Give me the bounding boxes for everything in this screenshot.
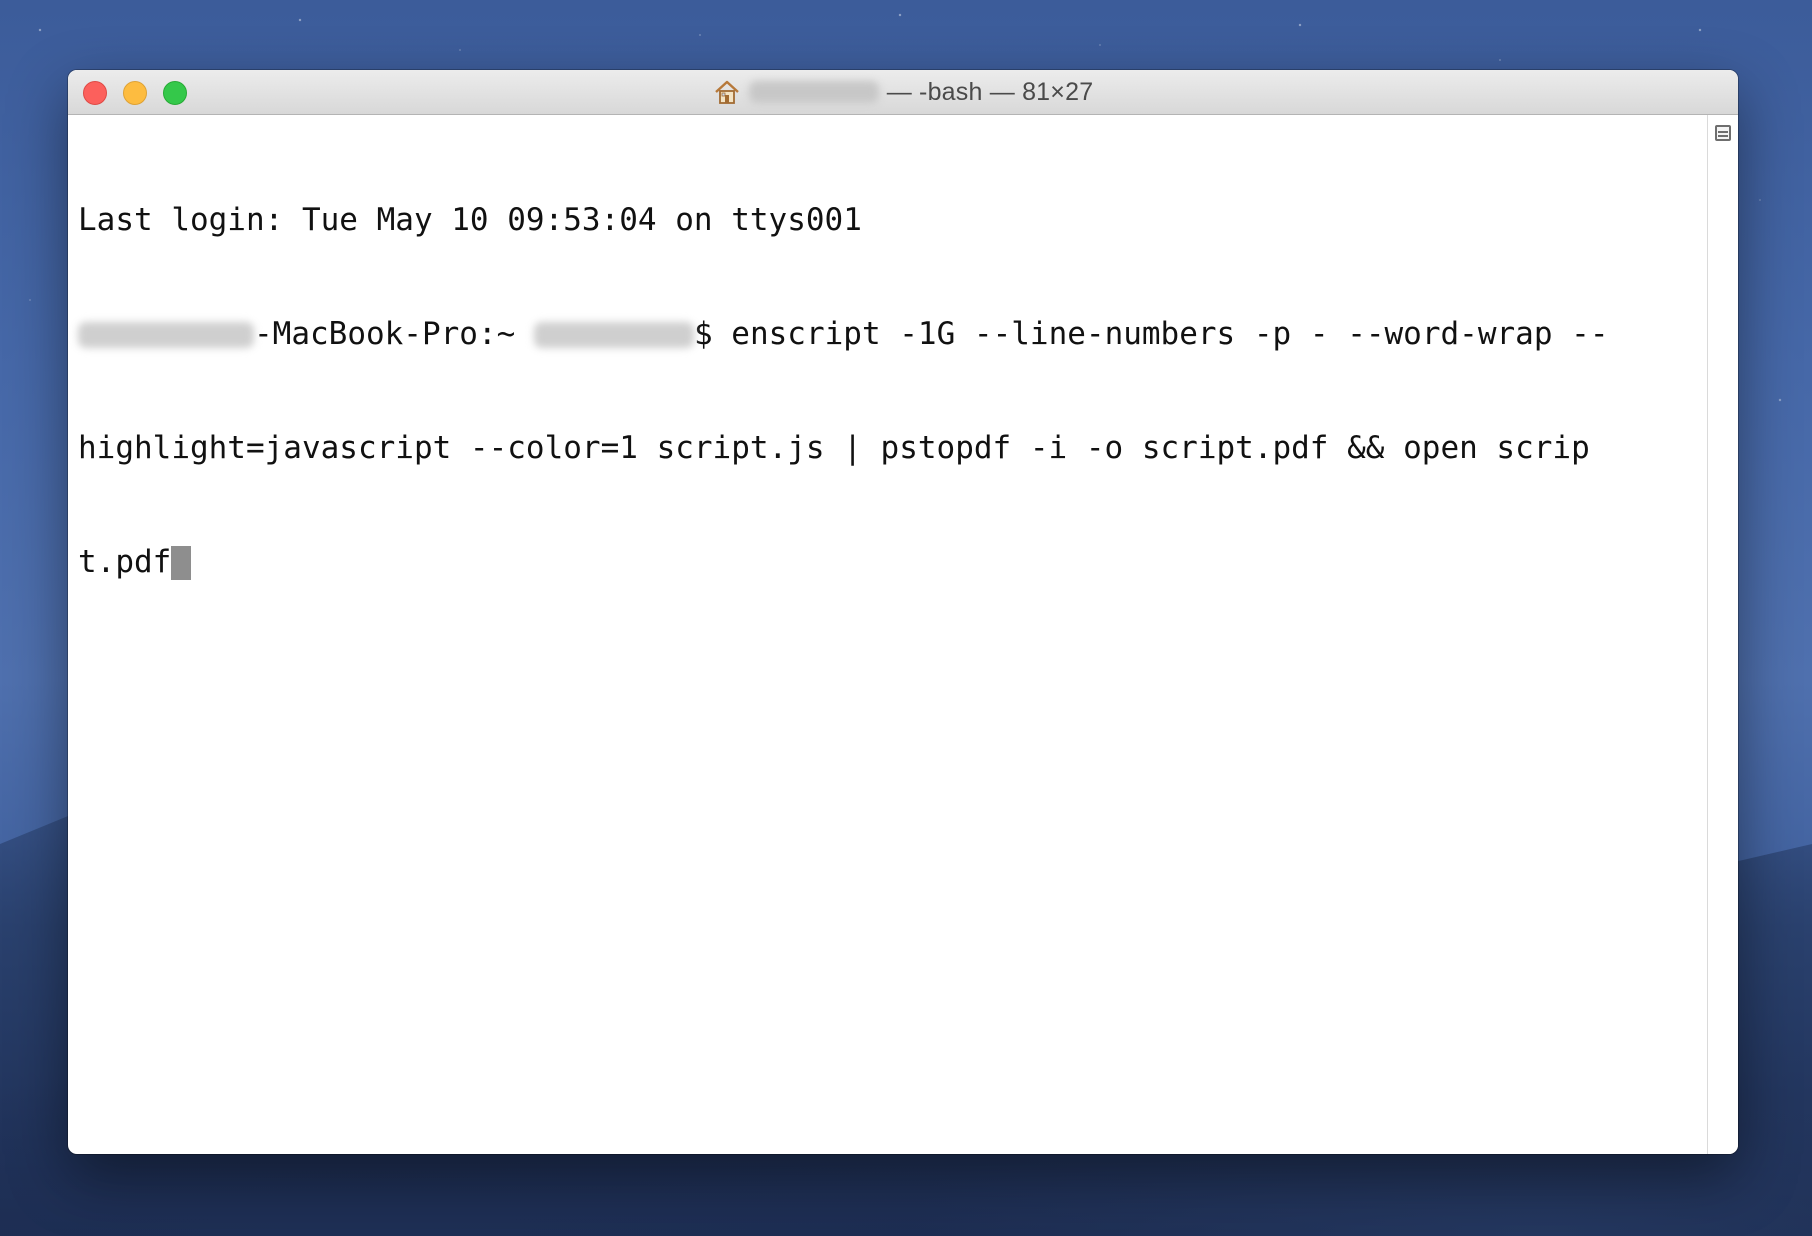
prompt-host: -MacBook-Pro:~: [254, 316, 534, 352]
redacted-hostname: [78, 322, 254, 348]
redacted-username: [533, 322, 694, 348]
terminal-line: highlight=javascript --color=1 script.js…: [78, 430, 1590, 466]
terminal-output[interactable]: Last login: Tue May 10 09:53:04 on ttys0…: [68, 115, 1708, 1154]
home-icon: [713, 79, 741, 105]
split-pane-icon[interactable]: [1715, 125, 1731, 141]
window-title-text: — -bash — 81×27: [886, 77, 1094, 106]
terminal-prompt-line: -MacBook-Pro:~ $ enscript -1G --line-num…: [78, 315, 1698, 353]
terminal-line-with-cursor: t.pdf: [78, 543, 1698, 581]
text-cursor: [171, 546, 192, 580]
title-bar[interactable]: — -bash — 81×27: [68, 70, 1738, 115]
terminal-line: Last login: Tue May 10 09:53:04 on ttys0…: [78, 202, 862, 238]
redacted-username: [748, 81, 879, 103]
prompt-command: $ enscript -1G --line-numbers -p - --wor…: [693, 316, 1609, 352]
terminal-text: t.pdf: [78, 544, 172, 580]
terminal-window: — -bash — 81×27 Last login: Tue May 10 0…: [68, 70, 1738, 1154]
window-title: — -bash — 81×27: [68, 70, 1738, 114]
scrollbar[interactable]: [1707, 115, 1738, 1154]
